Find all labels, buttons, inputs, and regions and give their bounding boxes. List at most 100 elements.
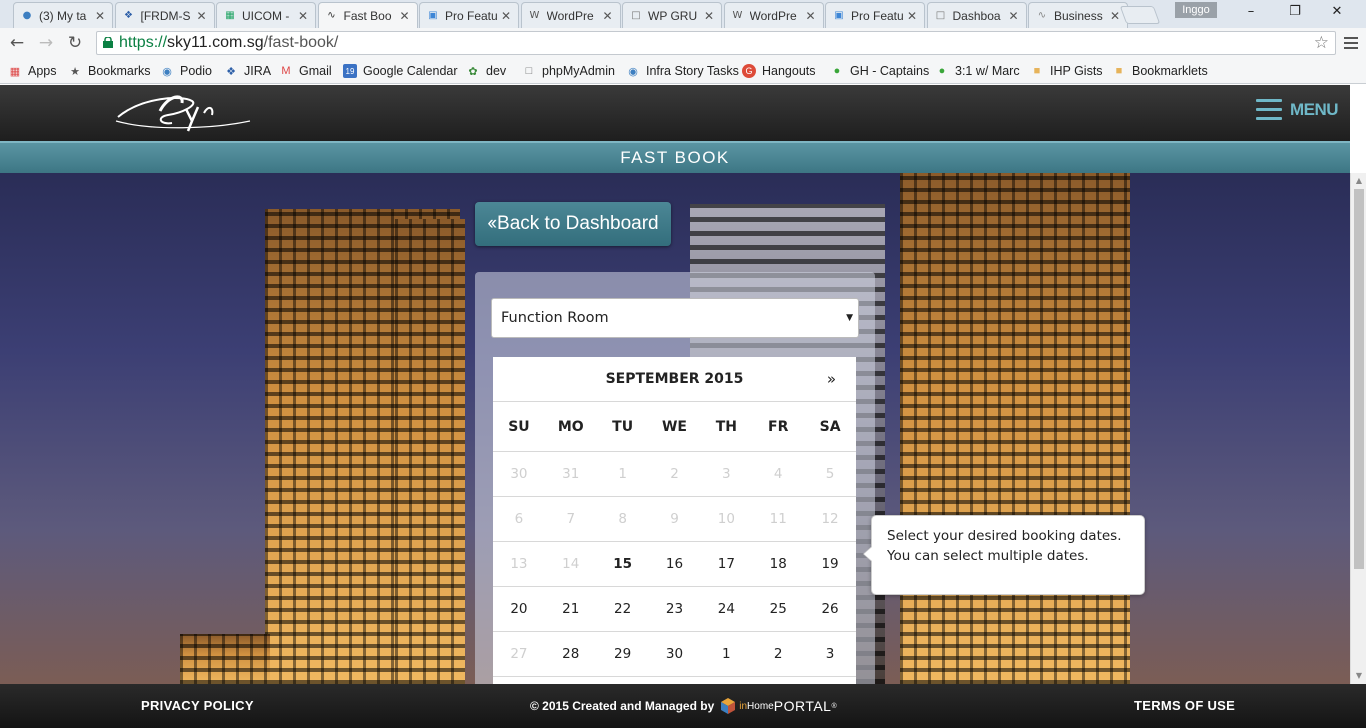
browser-tab[interactable]: ▦ UICOM - ✕ (216, 2, 316, 28)
back-arrow-icon[interactable]: ← (6, 32, 28, 54)
calendar-day[interactable]: 21 (545, 587, 597, 632)
inhome-portal-logo[interactable]: in Home PORTAL ® (720, 697, 837, 715)
calendar-day[interactable]: 30 (649, 632, 701, 677)
page-scrollbar[interactable]: ▲ ▼ (1350, 173, 1366, 684)
bookmark-label: Apps (28, 64, 57, 78)
terms-of-use-link[interactable]: TERMS OF USE (1134, 698, 1235, 713)
portal-logo-home: Home (747, 700, 774, 712)
tab-close-icon[interactable]: ✕ (906, 9, 918, 23)
browser-tab[interactable]: □ Dashboa ✕ (926, 2, 1027, 28)
tab-close-icon[interactable]: ✕ (703, 9, 715, 23)
star-icon: ★ (70, 65, 80, 78)
bookmark-label: Podio (180, 64, 212, 78)
calendar-day[interactable]: 22 (597, 587, 649, 632)
bookmark-item[interactable]: ★ Bookmarks (68, 62, 150, 80)
forward-arrow-icon[interactable]: → (35, 32, 57, 54)
back-to-dashboard-label: Back to Dashboard (497, 213, 659, 234)
browser-tab[interactable]: ▣ Pro Featu ✕ (825, 2, 925, 28)
bookmark-item[interactable]: □ phpMyAdmin (522, 62, 615, 80)
calendar-day: 14 (562, 556, 580, 572)
new-tab-button[interactable] (1119, 6, 1161, 24)
dropdown-caret-icon: ▼ (846, 313, 853, 323)
tab-close-icon[interactable]: ✕ (1008, 9, 1020, 23)
restore-icon[interactable]: ❐ (1285, 4, 1305, 22)
scroll-down-icon[interactable]: ▼ (1351, 668, 1366, 684)
tab-close-icon[interactable]: ✕ (805, 9, 817, 23)
reload-icon[interactable]: ↻ (64, 32, 86, 54)
address-bar[interactable]: https://sky11.com.sg/fast-book/ ☆ (96, 31, 1336, 55)
sky-logo[interactable] (112, 91, 252, 135)
calendar-day[interactable]: 25 (752, 587, 804, 632)
close-window-icon[interactable]: ✕ (1327, 4, 1347, 22)
browser-tab[interactable]: ∿ Business ✕ (1028, 2, 1128, 28)
bookmark-item[interactable]: G Hangouts (742, 62, 816, 80)
calendar-day[interactable]: 15 (597, 542, 649, 587)
browser-menu-icon[interactable] (1344, 34, 1358, 52)
bookmark-item[interactable]: ■ Bookmarklets (1112, 62, 1208, 80)
calendar-day[interactable]: 17 (700, 542, 752, 587)
calendar-day[interactable]: 23 (649, 587, 701, 632)
podio-icon: ● (22, 10, 32, 21)
bookmark-item[interactable]: 19 Google Calendar (343, 62, 458, 80)
calendar-day[interactable]: 26 (804, 587, 856, 632)
scroll-up-icon[interactable]: ▲ (1351, 173, 1366, 189)
bookmark-item[interactable]: ✿ dev (466, 62, 506, 80)
tab-close-icon[interactable]: ✕ (399, 9, 411, 23)
scroll-thumb[interactable] (1354, 189, 1364, 569)
calendar-day[interactable]: 16 (649, 542, 701, 587)
weekday-label: MO (557, 419, 584, 435)
back-to-dashboard-button[interactable]: ‹‹ Back to Dashboard (475, 202, 671, 246)
wordpress-icon: W (529, 10, 540, 21)
bookmark-item[interactable]: ❖ JIRA (224, 62, 271, 80)
calendar-day[interactable]: 24 (700, 587, 752, 632)
calendar-day[interactable]: 20 (493, 587, 545, 632)
browser-tab[interactable]: ∿ Fast Boo ✕ (317, 2, 418, 28)
bookmark-item[interactable]: ◉ Infra Story Tasks (626, 62, 739, 80)
facility-select[interactable]: Function Room ▼ (491, 298, 859, 338)
bookmark-star-icon[interactable]: ☆ (1314, 32, 1329, 54)
browser-tab[interactable]: ❖ [FRDM-S ✕ (114, 2, 215, 28)
bookmark-item[interactable]: ● 3:1 w/ Marc (935, 62, 1020, 80)
next-month-button[interactable]: » (827, 357, 836, 402)
tab-close-icon[interactable]: ✕ (297, 9, 309, 23)
tab-close-icon[interactable]: ✕ (602, 9, 614, 23)
menu-button[interactable]: MENU (1256, 99, 1339, 121)
tab-title: WordPre (749, 8, 797, 23)
double-chevron-left-icon: ‹‹ (487, 213, 497, 234)
tab-close-icon[interactable]: ✕ (196, 9, 208, 23)
browser-tab[interactable]: □ WP GRU ✕ (622, 2, 722, 28)
bookmark-item[interactable]: ▦ Apps (8, 62, 57, 80)
tab-title: Fast Boo (343, 8, 392, 23)
calendar-day[interactable]: 1 (700, 632, 752, 677)
bookmark-item[interactable]: M Gmail (279, 62, 331, 80)
calendar-day[interactable]: 29 (597, 632, 649, 677)
browser-tab[interactable]: ▣ Pro Featu ✕ (419, 2, 519, 28)
booking-help-tooltip: Select your desired booking dates. You c… (863, 515, 1145, 595)
tab-title: Business (1054, 8, 1103, 23)
site-footer: PRIVACY POLICY © 2015 Created and Manage… (0, 684, 1366, 728)
tab-close-icon[interactable]: ✕ (1109, 9, 1121, 23)
bookmark-item[interactable]: ■ IHP Gists (1030, 62, 1103, 80)
calendar-day[interactable]: 2 (752, 632, 804, 677)
tab-close-icon[interactable]: ✕ (500, 9, 512, 23)
tooltip-line-2: You can select multiple dates. (887, 548, 1089, 564)
calendar-week-row: 27 28 29 30 1 2 3 (493, 632, 856, 677)
minimize-icon[interactable]: – (1241, 4, 1261, 22)
privacy-policy-link[interactable]: PRIVACY POLICY (141, 698, 254, 713)
calendar-day[interactable]: 28 (545, 632, 597, 677)
lock-icon (103, 37, 113, 48)
calendar-week-row: 20 21 22 23 24 25 26 (493, 587, 856, 632)
calendar-day[interactable]: 18 (752, 542, 804, 587)
browser-tab[interactable]: W WordPre ✕ (520, 2, 621, 28)
calendar-day[interactable]: 19 (804, 542, 856, 587)
tab-close-icon[interactable]: ✕ (94, 9, 106, 23)
weekday-label: SA (819, 419, 841, 435)
browser-tab[interactable]: ● (3) My ta ✕ (13, 2, 113, 28)
calendar-day[interactable]: 3 (804, 632, 856, 677)
profile-button[interactable]: Inggo (1175, 2, 1217, 18)
bookmark-item[interactable]: ◉ Podio (160, 62, 212, 80)
browser-tab[interactable]: W WordPre ✕ (723, 2, 824, 28)
bookmark-label: dev (486, 64, 507, 78)
wordpress-icon: W (732, 10, 743, 21)
bookmark-item[interactable]: ● GH - Captains (830, 62, 930, 80)
